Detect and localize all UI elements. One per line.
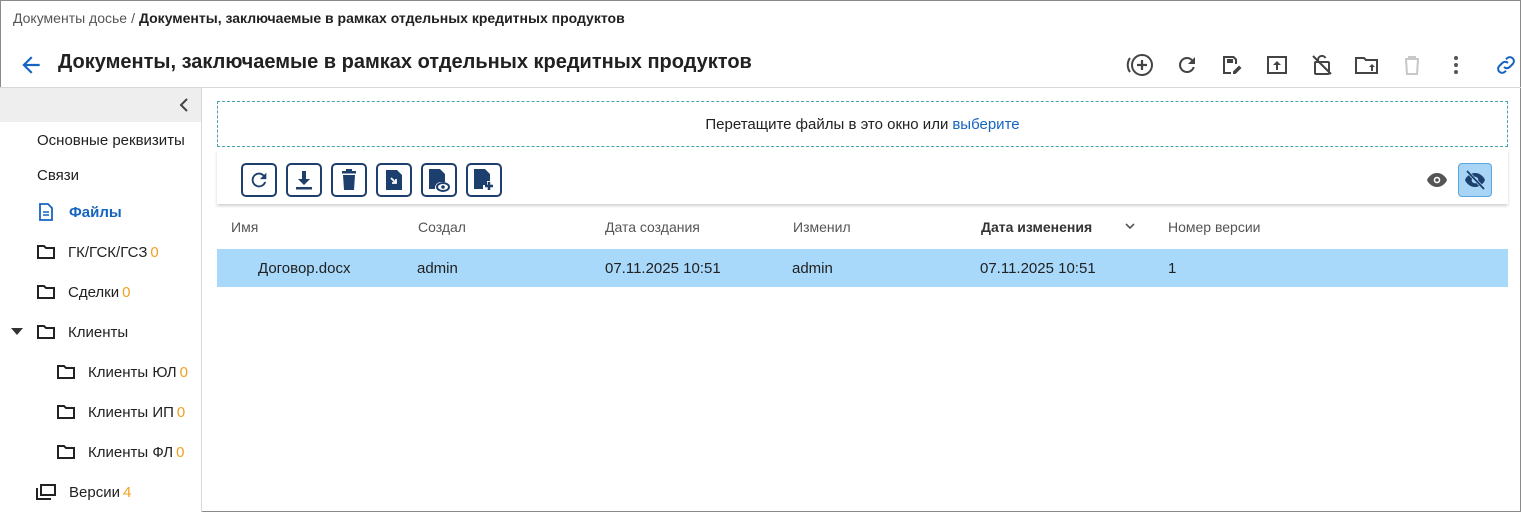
- column-header-modified-by[interactable]: Изменил: [793, 219, 851, 235]
- refresh-icon[interactable]: [1172, 50, 1202, 80]
- files-toolbar: [217, 150, 1508, 204]
- sidebar-item-count: 0: [176, 443, 185, 461]
- sidebar-item-label: Связи: [37, 166, 80, 184]
- page-title: Документы, заключаемые в рамках отдельны…: [58, 51, 752, 73]
- sidebar-item-count: 0: [176, 403, 186, 421]
- edit-save-icon[interactable]: [1216, 50, 1246, 80]
- sidebar-item-deals[interactable]: Сделки 0: [0, 275, 201, 309]
- lock-off-icon[interactable]: [1307, 50, 1337, 80]
- sidebar-item-links[interactable]: Связи: [0, 158, 201, 192]
- file-add-button[interactable]: [466, 163, 502, 197]
- cell-version: 1: [1168, 260, 1177, 277]
- library-icon: [35, 482, 57, 502]
- sidebar-item-label: Клиенты: [68, 323, 129, 341]
- sidebar-item-label: Клиенты ИП: [88, 403, 174, 421]
- cell-modified-by: admin: [792, 260, 833, 277]
- more-vertical-icon[interactable]: [1441, 50, 1471, 80]
- delete-button[interactable]: [331, 163, 367, 197]
- cell-created-at: 07.11.2025 10:51: [605, 260, 721, 277]
- delete-icon: [340, 169, 358, 191]
- sidebar-item-clients-ip[interactable]: Клиенты ИП 0: [0, 395, 201, 429]
- folder-icon: [36, 242, 56, 262]
- sidebar-item-label: Файлы: [69, 203, 122, 221]
- column-header-version[interactable]: Номер версии: [1168, 219, 1260, 235]
- folder-icon: [36, 322, 56, 342]
- sidebar-item-label: Клиенты ФЛ: [88, 443, 174, 461]
- cell-modified-at: 07.11.2025 10:51: [980, 260, 1096, 277]
- sidebar-item-count: 0: [122, 283, 131, 301]
- trash-disabled-icon: [1397, 50, 1427, 80]
- sidebar-item-details[interactable]: Основные реквизиты: [0, 123, 201, 157]
- file-move-button[interactable]: [376, 163, 412, 197]
- header-divider: [0, 87, 1521, 88]
- folder-upload-icon[interactable]: [1352, 50, 1382, 80]
- sidebar-item-count: 0: [150, 243, 159, 261]
- sidebar-item-clients[interactable]: Клиенты: [0, 315, 201, 349]
- cell-created-by: admin: [417, 260, 458, 277]
- cell-file-name[interactable]: Договор.docx: [258, 260, 351, 277]
- refresh-button[interactable]: [241, 163, 277, 197]
- column-header-name[interactable]: Имя: [231, 219, 258, 235]
- breadcrumb: Документы досье / Документы, заключаемые в…: [13, 10, 625, 26]
- sidebar-item-label: Сделки: [68, 283, 120, 301]
- add-circle-icon[interactable]: [1126, 50, 1156, 80]
- file-preview-icon: [428, 168, 450, 192]
- sidebar-item-label: Основные реквизиты: [37, 131, 185, 149]
- sidebar-collapse-bar: [0, 88, 201, 122]
- chevron-left-icon[interactable]: [175, 96, 193, 114]
- dropzone-select-link[interactable]: выберите: [952, 116, 1019, 133]
- breadcrumb-separator: /: [131, 10, 135, 26]
- file-icon: [36, 202, 56, 222]
- download-icon: [294, 169, 314, 191]
- dropzone-text: Перетащите файлы в это окно или: [705, 115, 949, 133]
- chevron-down-icon[interactable]: [1123, 219, 1137, 233]
- sidebar-item-groups[interactable]: ГК/ГСК/ГСЗ 0: [0, 235, 201, 269]
- table-row[interactable]: [217, 249, 1508, 287]
- sidebar-item-label: Версии: [69, 483, 120, 501]
- sidebar-item-label: ГК/ГСК/ГСЗ: [68, 243, 148, 261]
- folder-icon: [56, 362, 76, 382]
- sidebar-item-files[interactable]: Файлы: [0, 195, 201, 229]
- back-arrow-icon[interactable]: [18, 52, 44, 78]
- file-preview-button[interactable]: [421, 163, 457, 197]
- sidebar: Основные реквизиты Связи Файлы ГК/ГСК/ГС…: [0, 88, 202, 512]
- caret-down-icon[interactable]: [10, 322, 24, 342]
- breadcrumb-current: Документы, заключаемые в рамках отдельны…: [138, 10, 625, 26]
- sidebar-item-versions[interactable]: Версии 4: [0, 475, 201, 509]
- sidebar-item-count: 0: [179, 363, 188, 381]
- file-dropzone[interactable]: Перетащите файлы в это окно или выберите: [217, 101, 1508, 147]
- column-header-created-at[interactable]: Дата создания: [605, 219, 700, 235]
- link-icon[interactable]: [1491, 50, 1521, 80]
- sidebar-item-clients-fl[interactable]: Клиенты ФЛ 0: [0, 435, 201, 469]
- eye-off-icon: [1464, 170, 1486, 190]
- folder-icon: [56, 442, 76, 462]
- sidebar-item-count: 4: [122, 483, 132, 501]
- upload-icon[interactable]: [1262, 50, 1292, 80]
- breadcrumb-parent[interactable]: Документы досье: [13, 10, 127, 26]
- folder-icon: [36, 282, 56, 302]
- sidebar-item-clients-ul[interactable]: Клиенты ЮЛ 0: [0, 355, 201, 389]
- sidebar-item-label: Клиенты ЮЛ: [88, 363, 177, 381]
- refresh-icon: [248, 169, 270, 191]
- file-move-icon: [385, 169, 403, 191]
- download-button[interactable]: [286, 163, 322, 197]
- show-hidden-toggle[interactable]: [1420, 163, 1454, 197]
- column-header-modified-at[interactable]: Дата изменения: [981, 219, 1092, 235]
- column-header-created-by[interactable]: Создал: [418, 219, 466, 235]
- folder-icon: [56, 402, 76, 422]
- eye-icon: [1426, 172, 1448, 188]
- file-add-icon: [473, 168, 495, 192]
- hide-hidden-toggle[interactable]: [1458, 163, 1492, 197]
